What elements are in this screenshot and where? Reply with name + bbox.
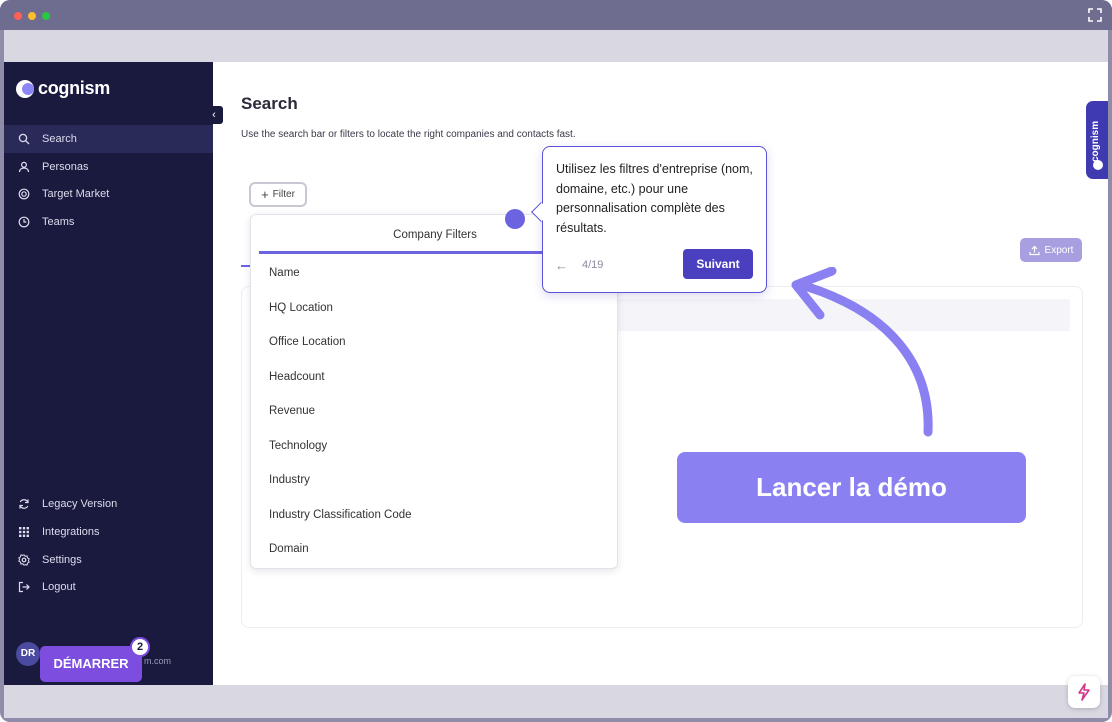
- app-viewport: cognism Search Personas Target Market Te…: [4, 62, 1108, 685]
- filter-option-domain[interactable]: Domain: [269, 543, 309, 555]
- avatar[interactable]: DR: [16, 642, 40, 666]
- sidebar-item-label: Personas: [42, 161, 89, 173]
- filter-option-revenue[interactable]: Revenue: [269, 405, 315, 417]
- start-demo-button[interactable]: DÉMARRER: [40, 646, 142, 682]
- sidebar-item-logout[interactable]: Logout: [4, 573, 213, 601]
- sidebar: cognism Search Personas Target Market Te…: [4, 62, 213, 685]
- person-icon: [18, 161, 30, 173]
- export-button[interactable]: Export: [1020, 238, 1082, 262]
- tooltip-text: Utilisez les filtres d'entreprise (nom, …: [556, 162, 753, 235]
- gear-icon: [18, 554, 30, 566]
- logout-icon: [18, 581, 30, 593]
- grid-icon: [19, 527, 29, 537]
- tour-tooltip: Utilisez les filtres d'entreprise (nom, …: [531, 146, 767, 293]
- window-titlebar: [0, 0, 1112, 30]
- cognism-logo-icon: [1093, 160, 1103, 170]
- sidebar-item-settings[interactable]: Settings: [4, 546, 213, 574]
- sidebar-item-label: Teams: [42, 216, 75, 228]
- sidebar-item-legacy-version[interactable]: Legacy Version: [4, 490, 213, 518]
- collapse-sidebar-button[interactable]: ‹: [205, 106, 223, 124]
- refresh-icon: [19, 499, 29, 509]
- curved-arrow-icon: [791, 267, 933, 437]
- cognism-logo-icon: [16, 79, 34, 98]
- lightning-icon: [1078, 683, 1090, 701]
- filter-option-technology[interactable]: Technology: [269, 440, 327, 452]
- back-arrow-icon[interactable]: ←: [555, 258, 568, 273]
- sidebar-item-label: Settings: [42, 554, 82, 566]
- dropdown-tab-indicator: [259, 251, 549, 254]
- filter-option-industry[interactable]: Industry: [269, 474, 310, 486]
- sidebar-item-label: Logout: [42, 581, 76, 593]
- help-widget-button[interactable]: [1068, 676, 1100, 708]
- close-window-button[interactable]: [14, 12, 22, 20]
- filter-option-hq-location[interactable]: HQ Location: [269, 302, 333, 314]
- browser-window: cognism Search Personas Target Market Te…: [0, 0, 1112, 722]
- next-step-button[interactable]: Suivant: [683, 249, 753, 279]
- browser-bottom-bar: [4, 685, 1108, 718]
- add-filter-button[interactable]: + Filter: [249, 182, 307, 207]
- plus-icon: +: [261, 187, 269, 202]
- sidebar-item-label: Legacy Version: [42, 498, 118, 510]
- filter-option-headcount[interactable]: Headcount: [269, 371, 325, 383]
- fullscreen-icon[interactable]: [1088, 8, 1102, 22]
- filter-button-label: Filter: [272, 189, 295, 200]
- start-demo-badge: 2: [130, 637, 150, 657]
- maximize-window-button[interactable]: [42, 12, 50, 20]
- sidebar-item-label: Search: [42, 133, 77, 145]
- tour-hotspot[interactable]: [505, 209, 525, 229]
- filter-option-office-location[interactable]: Office Location: [269, 336, 346, 348]
- export-button-label: Export: [1044, 244, 1074, 256]
- upload-icon: [1028, 245, 1040, 255]
- sidebar-item-label: Integrations: [42, 526, 100, 538]
- sidebar-item-personas[interactable]: Personas: [4, 153, 213, 181]
- launch-demo-button[interactable]: Lancer la démo: [677, 452, 1026, 523]
- sidebar-item-teams[interactable]: Teams: [4, 208, 213, 236]
- tour-step-counter: 4/19: [582, 259, 604, 271]
- sidebar-item-label: Target Market: [42, 188, 110, 200]
- side-widget-label: cognism: [1090, 120, 1101, 162]
- sidebar-item-target-market[interactable]: Target Market: [4, 180, 213, 208]
- sidebar-item-search[interactable]: Search: [4, 125, 213, 153]
- browser-toolbar: [4, 30, 1108, 62]
- user-email: m.com: [144, 656, 171, 666]
- page-subtitle: Use the search bar or filters to locate …: [241, 129, 576, 140]
- brand-logo[interactable]: cognism: [16, 78, 110, 99]
- filter-option-name[interactable]: Name: [269, 267, 300, 279]
- filter-option-industry-classification-code[interactable]: Industry Classification Code: [269, 509, 412, 521]
- brand-name: cognism: [38, 78, 110, 98]
- sidebar-item-integrations[interactable]: Integrations: [4, 518, 213, 546]
- search-icon: [18, 133, 30, 145]
- minimize-window-button[interactable]: [28, 12, 36, 20]
- target-icon: [18, 188, 30, 200]
- teams-icon: [18, 216, 30, 228]
- page-title: Search: [241, 94, 298, 113]
